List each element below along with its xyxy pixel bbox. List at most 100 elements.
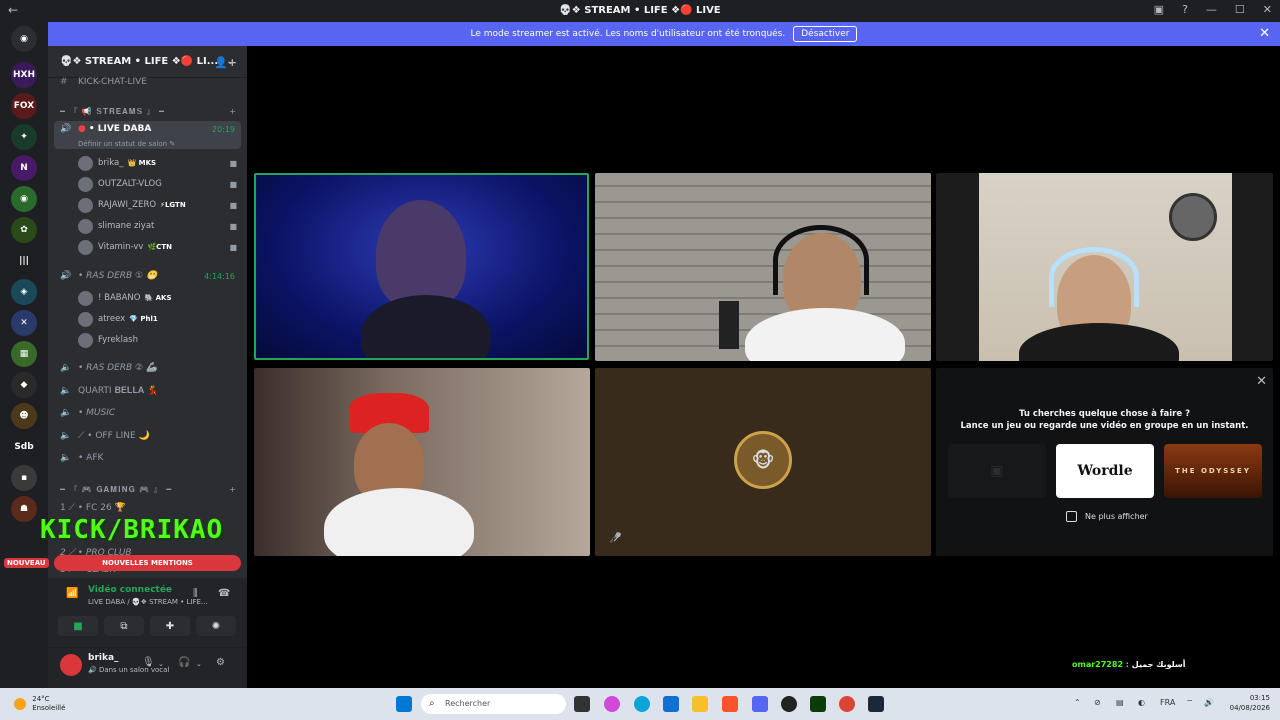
voice-user[interactable]: brika_ 👑 MKS ■: [78, 153, 241, 173]
add-channel-icon[interactable]: +: [229, 485, 237, 494]
video-tile-2[interactable]: [595, 173, 931, 361]
headphones-icon[interactable]: 🎧: [178, 657, 190, 668]
avatar[interactable]: [60, 654, 82, 676]
chevron-down-icon[interactable]: ⌄: [158, 660, 164, 668]
activities-button[interactable]: ✚: [150, 616, 190, 636]
channel-kick-chat[interactable]: # KICK-CHAT-LIVE: [54, 72, 241, 92]
server-icon[interactable]: ▦: [11, 341, 37, 367]
store-icon[interactable]: [663, 696, 679, 712]
channel-status[interactable]: Définir un statut de salon ✎: [78, 140, 175, 148]
start-windows-icon[interactable]: [396, 696, 412, 712]
server-icon[interactable]: N: [11, 155, 37, 181]
category-gaming[interactable]: ━ 『 🎮 𝐆𝐀𝐌𝐈𝐍𝐆 🎮 』 ━ +: [54, 479, 241, 499]
channel-label: • AFK: [78, 453, 104, 463]
voice-channel[interactable]: 🔈 • MUSIC: [54, 403, 241, 423]
discord-taskbar-icon[interactable]: [752, 696, 768, 712]
minimize-button[interactable]: —: [1206, 3, 1217, 16]
taskbar-search[interactable]: ⌕ Rechercher: [421, 694, 566, 714]
maximize-button[interactable]: ☐: [1235, 3, 1245, 16]
weather-widget[interactable]: 24°C Ensoleillé: [14, 695, 65, 713]
copilot-icon[interactable]: [604, 696, 620, 712]
video-tile-4[interactable]: [254, 368, 590, 556]
signal-icon[interactable]: 📶: [66, 588, 78, 599]
discord-home-icon[interactable]: ◉: [11, 26, 37, 52]
close-icon[interactable]: ✕: [1256, 374, 1267, 389]
tray-app-icon[interactable]: ⊘: [1094, 698, 1101, 707]
new-mentions-button[interactable]: NOUVELLES MENTIONS: [54, 555, 241, 571]
server-icon[interactable]: ▪: [11, 465, 37, 491]
microphone-icon[interactable]: 🎙: [142, 657, 155, 668]
voice-user[interactable]: OUTZALT-VLOG ■: [78, 174, 241, 194]
camera-icon: ■: [73, 620, 83, 632]
kick-app-icon[interactable]: [810, 696, 826, 712]
steam-icon[interactable]: [868, 696, 884, 712]
obs-icon[interactable]: [781, 696, 797, 712]
channel-label: • RAS DERB ① 😬: [78, 271, 158, 281]
server-icon[interactable]: |||: [11, 248, 37, 274]
category-streams[interactable]: ━ 『 📢 𝐒𝐓𝐑𝐄𝐀𝐌𝐒 』 ━ +: [54, 101, 241, 121]
server-icon[interactable]: ✦: [11, 124, 37, 150]
voice-user[interactable]: slimane ziyat ■: [78, 216, 241, 236]
help-icon[interactable]: ?: [1182, 3, 1188, 16]
clock-date: 04/08/2026: [1229, 704, 1270, 712]
task-view-icon[interactable]: [574, 696, 590, 712]
camera-button[interactable]: ■: [58, 616, 98, 636]
language-indicator[interactable]: FRA: [1160, 698, 1175, 707]
file-explorer-icon[interactable]: [692, 696, 708, 712]
tray-app-icon[interactable]: ◐: [1138, 698, 1145, 707]
server-icon[interactable]: Sdb: [11, 434, 37, 460]
tray-chevron-icon[interactable]: ⌃: [1074, 698, 1081, 707]
voice-user[interactable]: Vitamin-vv 🌿CTN ■: [78, 237, 241, 257]
chrome-icon[interactable]: [839, 696, 855, 712]
voice-channel-path[interactable]: LIVE DABA / 💀❖ STREAM • LIFE...: [88, 598, 208, 606]
disconnect-icon[interactable]: ☎: [218, 588, 230, 599]
tray-app-icon[interactable]: ▤: [1116, 698, 1124, 707]
soundboard-icon: ✺: [211, 620, 221, 632]
video-tile-speaking[interactable]: [254, 173, 589, 360]
dont-show-again-checkbox[interactable]: Ne plus afficher: [1066, 511, 1148, 522]
disable-streamer-button[interactable]: Désactiver: [793, 26, 858, 42]
voice-channel[interactable]: 🔈 • RAS DERB ② 🦾: [54, 358, 241, 378]
voice-user[interactable]: Fyreklash: [78, 330, 241, 350]
inbox-icon[interactable]: ▣: [1154, 3, 1164, 16]
chevron-down-icon[interactable]: ⌄: [196, 660, 202, 668]
server-icon[interactable]: ◉: [11, 186, 37, 212]
noise-suppression-icon[interactable]: ⫼: [193, 588, 198, 599]
soundboard-button[interactable]: ✺: [196, 616, 236, 636]
server-icon[interactable]: ☗: [11, 496, 37, 522]
add-channel-icon[interactable]: +: [229, 107, 237, 116]
server-icon[interactable]: ✿: [11, 217, 37, 243]
brave-icon[interactable]: [722, 696, 738, 712]
volume-icon[interactable]: 🔊: [1204, 698, 1214, 707]
voice-user[interactable]: RAJAWI_ZERO ⚡LGTN ■: [78, 195, 241, 215]
wifi-icon[interactable]: ⌔: [1186, 698, 1194, 708]
video-tile-3[interactable]: [936, 173, 1273, 361]
voice-user[interactable]: atreex 💎 Phl1: [78, 309, 241, 329]
voice-channel[interactable]: 🔈 ⟋ • OFF LINE 🌙: [54, 426, 241, 446]
close-banner-icon[interactable]: ✕: [1259, 26, 1270, 41]
server-icon[interactable]: ✕: [11, 310, 37, 336]
voice-user-name: ! BABANO: [98, 293, 141, 303]
server-icon[interactable]: ◈: [11, 279, 37, 305]
voice-channel-ras-derb-1[interactable]: 🔊 • RAS DERB ① 😬 4:14:16: [54, 266, 241, 286]
settings-gear-icon[interactable]: ⚙: [216, 657, 225, 668]
checkbox-box[interactable]: [1066, 511, 1077, 522]
edge-icon[interactable]: [634, 696, 650, 712]
voice-user[interactable]: ! BABANO 🐘 AKS: [78, 288, 241, 308]
avatar: [78, 332, 93, 348]
title-bar: ← 💀❖ STREAM • LIFE ❖🔴 LIVE ▣ ? — ☐ ✕: [0, 0, 1280, 22]
video-tile-5-camera-off[interactable]: 🐵 🎤̸: [595, 368, 931, 556]
close-window-button[interactable]: ✕: [1263, 3, 1272, 16]
server-icon[interactable]: HXH: [11, 62, 37, 88]
invite-icon[interactable]: 👤+: [214, 56, 237, 69]
activity-card-wordle[interactable]: Wordle: [1056, 444, 1154, 498]
screen-share-button[interactable]: ⧉: [104, 616, 144, 636]
activity-card-odyssey[interactable]: THE ODYSSEY: [1164, 444, 1262, 498]
voice-channel[interactable]: 🔈 • AFK: [54, 448, 241, 468]
voice-channel[interactable]: 🔈 QUARTI 𝐁𝐄𝐋𝐋𝐀 💃: [54, 381, 241, 401]
server-icon[interactable]: FOX: [11, 93, 37, 119]
activity-card-1[interactable]: ▣: [948, 444, 1046, 498]
server-icon[interactable]: ◆: [11, 372, 37, 398]
server-icon[interactable]: ☻: [11, 403, 37, 429]
clock[interactable]: 03:15 04/08/2026: [1230, 693, 1270, 713]
